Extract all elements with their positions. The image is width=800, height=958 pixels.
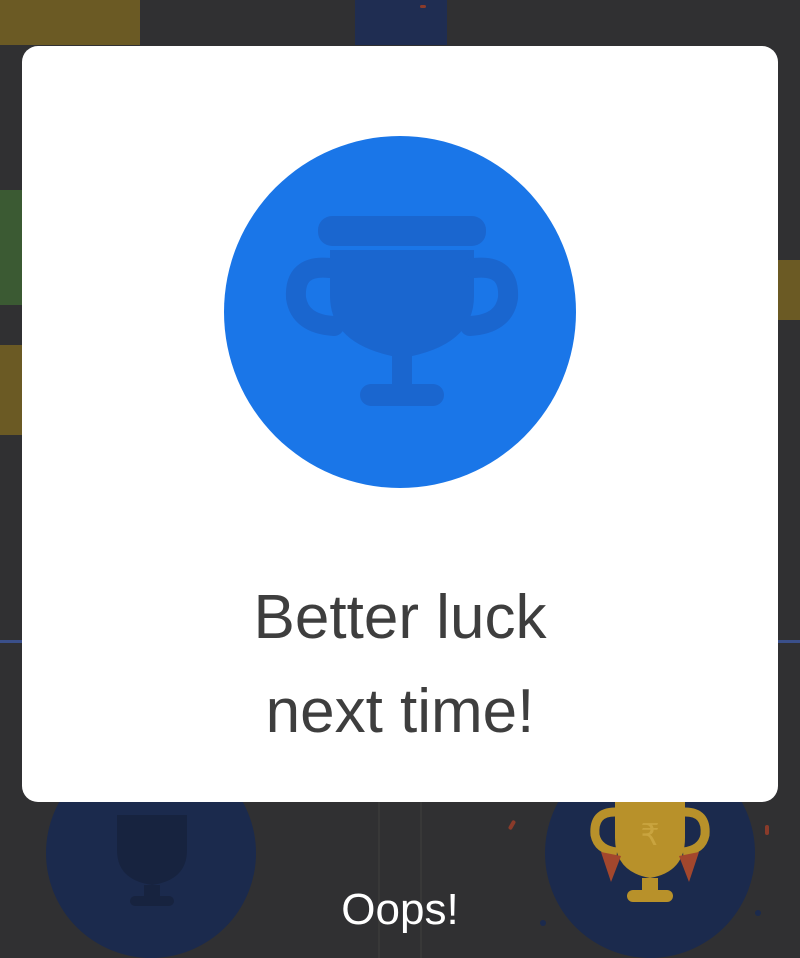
- confetti: [420, 5, 426, 8]
- background-tile: [0, 190, 22, 305]
- message-line-2: next time!: [265, 677, 535, 746]
- result-title: Oops!: [341, 885, 459, 934]
- trophy-icon: [285, 216, 519, 406]
- background-tile: [778, 260, 800, 320]
- background-tile: [0, 0, 140, 45]
- background-tile: [0, 345, 22, 435]
- confetti: [765, 825, 769, 835]
- result-message: Better luck next time!: [22, 571, 778, 759]
- trophy-badge: [224, 136, 576, 488]
- result-popup: Better luck next time!: [22, 46, 778, 802]
- background-tile: [355, 0, 447, 45]
- message-line-1: Better luck: [253, 583, 547, 652]
- svg-text:₹: ₹: [640, 818, 659, 853]
- confetti: [507, 819, 517, 831]
- background-divider: [0, 640, 22, 643]
- background-divider: [778, 640, 800, 643]
